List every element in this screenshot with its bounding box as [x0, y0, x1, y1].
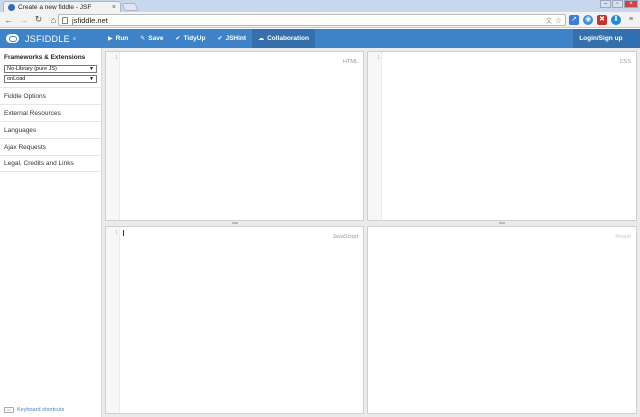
browser-tab[interactable]: Create a new fiddle - JSF × [3, 1, 121, 12]
page-icon [62, 16, 68, 24]
html-editor-panel[interactable]: 1 HTML [105, 51, 364, 221]
line-gutter: 1 [106, 227, 120, 413]
load-type-select[interactable]: onLoad ▼ [4, 75, 97, 83]
run-button[interactable]: ▶ Run [102, 29, 134, 48]
app-header: JSFIDDLE α ▶ Run ✎ Save ✔ TidyUp ✔ JSHin… [0, 29, 640, 48]
resize-handle[interactable] [232, 222, 238, 224]
maximize-icon[interactable]: ▫ [612, 0, 623, 8]
css-panel-label: CSS [619, 59, 631, 65]
sidebar-item-fiddle-options[interactable]: Fiddle Options [0, 87, 101, 104]
window-controls: – ▫ × [600, 0, 638, 8]
home-icon[interactable]: ⌂ [49, 15, 58, 25]
javascript-editor-panel[interactable]: 1 JavaScript [105, 226, 364, 414]
keyboard-icon: ▭ [4, 407, 14, 413]
check-icon: ✔ [217, 36, 223, 42]
tidyup-button[interactable]: ✔ TidyUp [169, 29, 211, 48]
window-close-icon[interactable]: × [624, 0, 638, 8]
chevron-down-icon: ▼ [89, 76, 94, 82]
keyboard-shortcuts-label: Keyboard shortcuts [17, 407, 65, 413]
play-icon: ▶ [108, 36, 113, 42]
run-label: Run [115, 35, 129, 42]
url-text[interactable]: jsfiddle.net [72, 16, 543, 25]
extension-download-icon[interactable]: ⬇ [611, 15, 621, 25]
logo-text: JSFIDDLE [25, 33, 70, 44]
css-editor-panel[interactable]: 1 CSS [367, 51, 637, 221]
login-label: Login/Sign up [579, 35, 623, 42]
keyboard-shortcuts-link[interactable]: ▭ Keyboard shortcuts [4, 407, 64, 413]
sidebar-item-legal-credits[interactable]: Legal, Credits and Links [0, 155, 101, 172]
jshint-label: JSHint [225, 35, 247, 42]
minimize-icon[interactable]: – [600, 0, 611, 8]
logo-version: α [72, 35, 77, 42]
save-label: Save [148, 35, 164, 42]
sidebar-item-ajax-requests[interactable]: Ajax Requests [0, 138, 101, 155]
bookmark-star-icon[interactable]: ☆ [555, 16, 562, 25]
extension-globe-icon[interactable]: ◉ [583, 15, 593, 25]
action-bar: ▶ Run ✎ Save ✔ TidyUp ✔ JSHint ☁ Collabo… [102, 29, 315, 48]
save-icon: ✎ [140, 36, 146, 42]
menu-icon[interactable]: ≡ [626, 15, 636, 25]
line-number: 1 [115, 230, 118, 236]
login-signup-button[interactable]: Login/Sign up 👤 [573, 29, 640, 48]
jsfiddle-favicon-icon [8, 3, 15, 11]
sidebar-item-languages[interactable]: Languages [0, 121, 101, 138]
address-bar[interactable]: jsfiddle.net 文 ☆ [58, 14, 566, 26]
line-number: 1 [377, 55, 380, 61]
save-button[interactable]: ✎ Save [134, 29, 169, 48]
line-gutter: 1 [368, 52, 382, 220]
frameworks-heading: Frameworks & Extensions [4, 54, 86, 61]
tab-close-icon[interactable]: × [112, 4, 116, 11]
extension-icon[interactable]: ↗ [569, 15, 579, 25]
collaboration-label: Collaboration [267, 35, 309, 42]
browser-tabstrip: Create a new fiddle - JSF × – ▫ × [0, 0, 640, 12]
extension-red-icon[interactable]: ✖ [597, 15, 607, 25]
sidebar-list: Fiddle Options External Resources Langua… [0, 87, 101, 172]
text-cursor [123, 230, 124, 236]
framework-select[interactable]: No-Library (pure JS) ▼ [4, 65, 97, 73]
editor-workspace: 1 HTML 1 CSS 1 JavaScript Result [102, 48, 640, 417]
cloud-icon: ☁ [258, 36, 265, 42]
translate-icon[interactable]: 文 [546, 16, 552, 25]
chevron-down-icon: ▼ [89, 66, 94, 72]
resize-handle[interactable] [499, 222, 505, 224]
sidebar-item-external-resources[interactable]: External Resources [0, 104, 101, 121]
back-icon[interactable]: ← [4, 15, 13, 25]
line-gutter: 1 [106, 52, 120, 220]
collaboration-button[interactable]: ☁ Collaboration [252, 29, 315, 48]
user-icon: 👤 [626, 36, 634, 42]
html-panel-label: HTML [343, 59, 358, 65]
browser-toolbar: ← → ↻ ⌂ jsfiddle.net 文 ☆ ↗ ◉ ✖ ⬇ ≡ [0, 12, 640, 28]
tidyup-label: TidyUp [183, 35, 206, 42]
sidebar: Frameworks & Extensions No-Library (pure… [0, 48, 102, 417]
new-tab-button[interactable] [121, 3, 139, 11]
reload-icon[interactable]: ↻ [34, 14, 43, 25]
tab-title: Create a new fiddle - JSF [18, 3, 92, 11]
jsfiddle-cloud-icon [6, 34, 19, 43]
result-panel-label: Result [615, 234, 631, 240]
jsfiddle-logo[interactable]: JSFIDDLE α [0, 34, 102, 44]
javascript-panel-label: JavaScript [332, 234, 358, 240]
result-panel[interactable]: Result [367, 226, 637, 414]
framework-select-value: No-Library (pure JS) [7, 66, 57, 72]
jshint-button[interactable]: ✔ JSHint [211, 29, 252, 48]
forward-icon[interactable]: → [19, 15, 28, 25]
load-type-select-value: onLoad [7, 76, 26, 82]
check-icon: ✔ [175, 36, 181, 42]
line-number: 1 [115, 55, 118, 61]
